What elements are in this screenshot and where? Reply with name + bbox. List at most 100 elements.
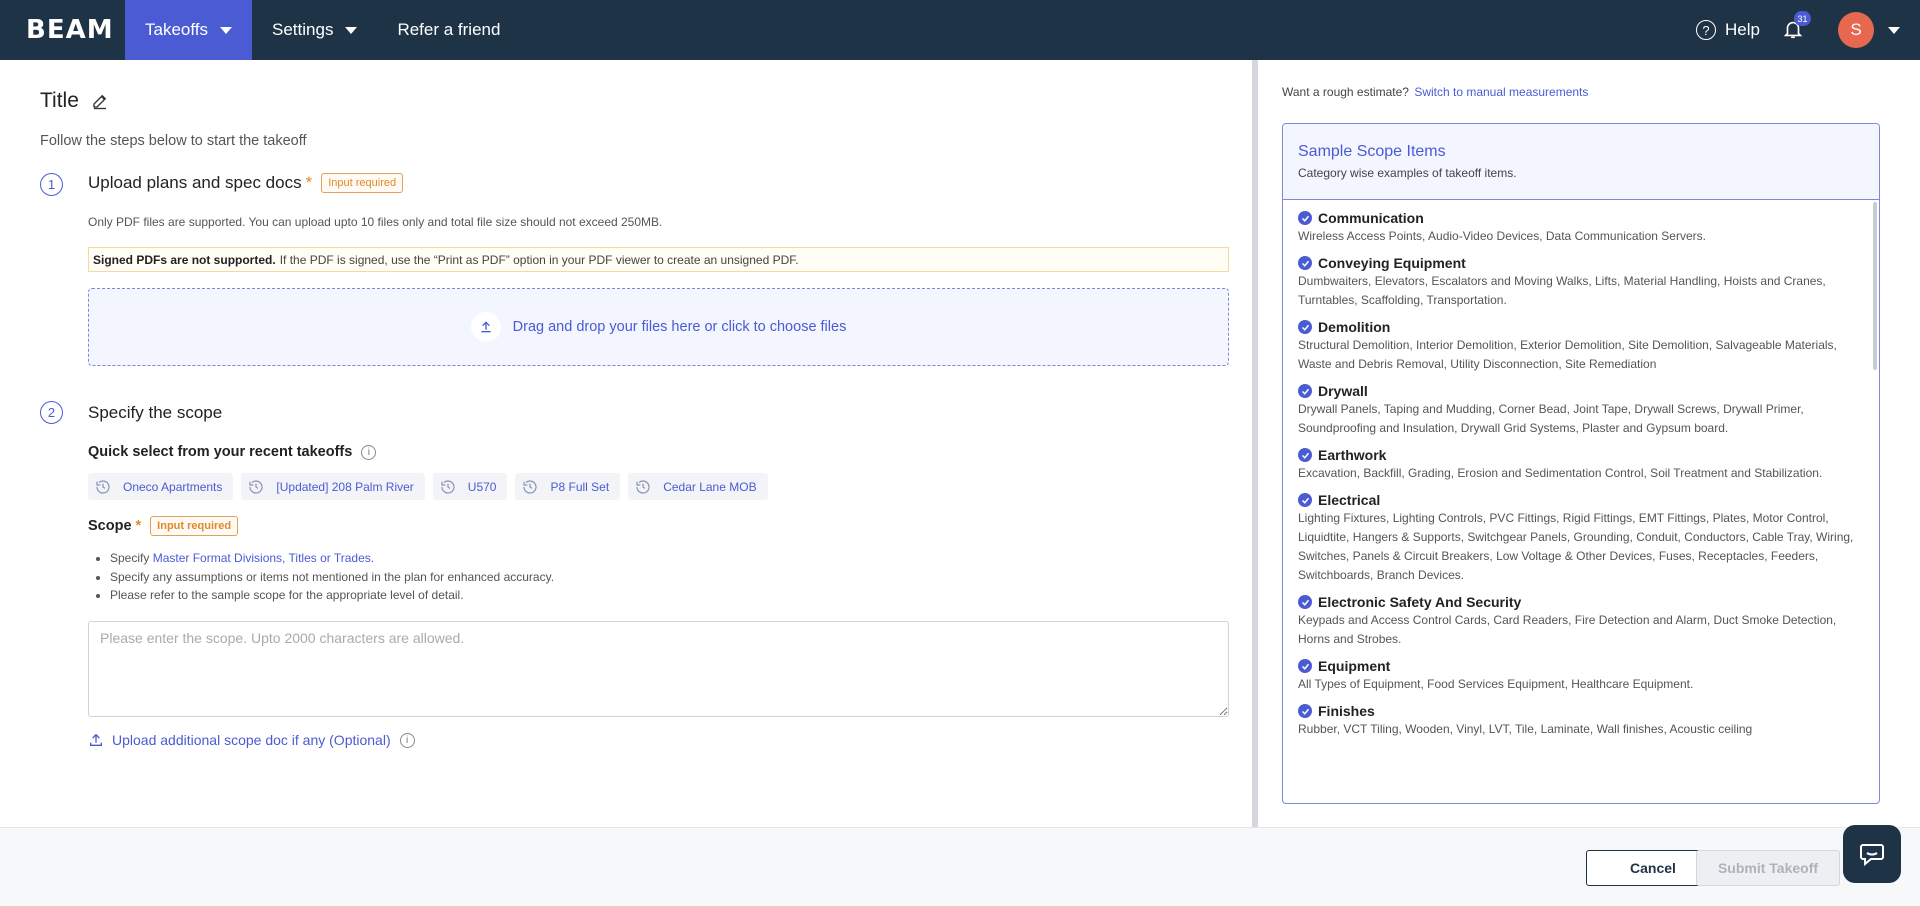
title-row: Title — [40, 89, 109, 113]
sample-scope-list[interactable]: Communication Wireless Access Points, Au… — [1283, 200, 1879, 803]
category-items: Structural Demolition, Interior Demoliti… — [1298, 338, 1837, 371]
scope-label: Scope — [88, 518, 132, 534]
recent-takeoff-chip[interactable]: Oneco Apartments — [88, 473, 234, 500]
pencil-icon[interactable] — [91, 92, 109, 110]
category-item: Electronic Safety And Security Keypads a… — [1298, 594, 1859, 649]
category-item: Drywall Drywall Panels, Taping and Muddi… — [1298, 383, 1859, 438]
sample-scope-title: Sample Scope Items — [1298, 143, 1446, 160]
nav-takeoffs-label: Takeoffs — [145, 20, 209, 39]
category-item: Demolition Structural Demolition, Interi… — [1298, 319, 1859, 374]
category-title-row: Finishes — [1298, 703, 1859, 719]
category-title-row: Conveying Equipment — [1298, 255, 1859, 271]
category-title-row: Electronic Safety And Security — [1298, 594, 1859, 610]
sample-scope-subtitle: Category wise examples of takeoff items. — [1298, 166, 1517, 180]
upload-note: Only PDF files are supported. You can up… — [88, 215, 663, 229]
nav-settings-label: Settings — [272, 20, 334, 39]
upload-icon — [470, 312, 501, 342]
scrollbar[interactable] — [1873, 202, 1877, 370]
beam-logo[interactable]: BEAM — [0, 15, 125, 45]
category-item: Communication Wireless Access Points, Au… — [1298, 210, 1859, 246]
footer-bar: Cancel Submit Takeoff — [0, 827, 1920, 906]
recent-takeoff-chip[interactable]: U570 — [432, 473, 508, 500]
upload-icon — [90, 733, 102, 746]
step-1-title: Upload plans and spec docs — [88, 173, 302, 192]
category-title-row: Equipment — [1298, 658, 1859, 674]
input-required-badge: Input required — [150, 516, 239, 536]
nav-takeoffs-menu[interactable]: Takeoffs — [125, 0, 253, 60]
quick-select-title-row: Quick select from your recent takeoffs i — [88, 444, 377, 460]
recent-takeoff-chip[interactable]: P8 Full Set — [515, 473, 621, 500]
category-title-row: Earthwork — [1298, 447, 1859, 463]
category-items: Lighting Fixtures, Lighting Controls, PV… — [1298, 511, 1854, 582]
recent-takeoff-chip[interactable]: [Updated] 208 Palm River — [241, 473, 425, 500]
category-name: Finishes — [1318, 703, 1375, 719]
check-circle-icon — [1298, 659, 1312, 673]
category-item: Equipment All Types of Equipment, Food S… — [1298, 658, 1859, 694]
nav-settings-menu[interactable]: Settings — [252, 0, 377, 60]
quick-select-title: Quick select from your recent takeoffs — [88, 444, 353, 460]
notification-count-badge: 31 — [1794, 11, 1811, 26]
category-items: Rubber, VCT Tiling, Wooden, Vinyl, LVT, … — [1298, 722, 1753, 736]
step-2-number: 2 — [40, 401, 63, 424]
master-format-link[interactable]: Master Format Divisions, Titles or Trade… — [153, 551, 374, 565]
takeoff-form: Title Follow the steps below to start th… — [0, 60, 1252, 827]
sample-scope-panel: Want a rough estimate? Switch to manual … — [1258, 60, 1920, 827]
category-items: Excavation, Backfill, Grading, Erosion a… — [1298, 466, 1823, 480]
help-button[interactable]: ? Help — [1696, 20, 1760, 40]
chevron-down-icon[interactable] — [1888, 26, 1900, 34]
category-items: Keypads and Access Control Cards, Card R… — [1298, 613, 1837, 646]
recent-takeoff-label: [Updated] 208 Palm River — [276, 479, 414, 494]
recent-takeoff-label: U570 — [467, 479, 497, 494]
history-icon — [96, 479, 110, 494]
check-circle-icon — [1298, 448, 1312, 462]
chevron-down-icon — [220, 26, 233, 34]
switch-manual-link[interactable]: Switch to manual measurements — [1414, 85, 1588, 99]
recent-takeoff-label: Cedar Lane MOB — [663, 479, 757, 494]
category-items: Drywall Panels, Taping and Mudding, Corn… — [1298, 402, 1804, 435]
scope-input[interactable] — [88, 621, 1229, 717]
upload-additional-scope-button[interactable]: Upload additional scope doc if any (Opti… — [88, 732, 415, 748]
info-icon[interactable]: i — [399, 732, 415, 748]
chat-support-button[interactable] — [1843, 825, 1901, 883]
history-icon — [441, 479, 455, 494]
rough-estimate-text: Want a rough estimate? — [1282, 85, 1409, 99]
sample-scope-header: Sample Scope Items Category wise example… — [1283, 124, 1879, 200]
history-icon — [249, 479, 263, 494]
nav-right-group: ? Help 31 S — [1696, 0, 1920, 60]
info-icon[interactable]: i — [361, 444, 377, 460]
check-circle-icon — [1298, 493, 1312, 507]
nav-refer-link[interactable]: Refer a friend — [377, 0, 520, 60]
top-nav: BEAM Takeoffs Settings Refer a friend ? … — [0, 0, 1920, 60]
category-name: Demolition — [1318, 319, 1391, 335]
signed-pdf-warning: Signed PDFs are not supported. If the PD… — [88, 247, 1229, 272]
category-items: All Types of Equipment, Food Services Eq… — [1298, 677, 1694, 691]
required-star: * — [135, 518, 142, 534]
chevron-down-icon — [345, 26, 358, 34]
scope-instructions: Specify Master Format Divisions, Titles … — [110, 549, 554, 605]
chat-icon — [1860, 844, 1884, 866]
check-circle-icon — [1298, 595, 1312, 609]
scope-label-row: Scope * Input required — [88, 516, 239, 536]
step-2-title: Specify the scope — [88, 403, 223, 422]
check-circle-icon — [1298, 211, 1312, 225]
recent-takeoff-chip[interactable]: Cedar Lane MOB — [628, 473, 768, 500]
category-name: Equipment — [1318, 658, 1391, 674]
check-circle-icon — [1298, 256, 1312, 270]
rough-estimate-row: Want a rough estimate? Switch to manual … — [1282, 85, 1588, 99]
notifications-button[interactable]: 31 — [1782, 11, 1811, 42]
submit-takeoff-button[interactable]: Submit Takeoff — [1696, 850, 1840, 886]
help-label: Help — [1725, 20, 1760, 39]
check-circle-icon — [1298, 704, 1312, 718]
category-items: Dumbwaiters, Elevators, Escalators and M… — [1298, 274, 1826, 307]
file-dropzone[interactable]: Drag and drop your files here or click t… — [88, 288, 1229, 366]
category-title-row: Demolition — [1298, 319, 1859, 335]
category-name: Communication — [1318, 210, 1424, 226]
history-icon — [636, 479, 650, 494]
category-name: Conveying Equipment — [1318, 255, 1466, 271]
warning-bold: Signed PDFs are not supported. — [93, 252, 276, 267]
history-icon — [523, 479, 538, 494]
category-item: Earthwork Excavation, Backfill, Grading,… — [1298, 447, 1859, 483]
recent-takeoff-label: P8 Full Set — [550, 479, 610, 494]
avatar[interactable]: S — [1838, 12, 1874, 48]
step-1-title-row: Upload plans and spec docs * Input requi… — [88, 173, 404, 193]
